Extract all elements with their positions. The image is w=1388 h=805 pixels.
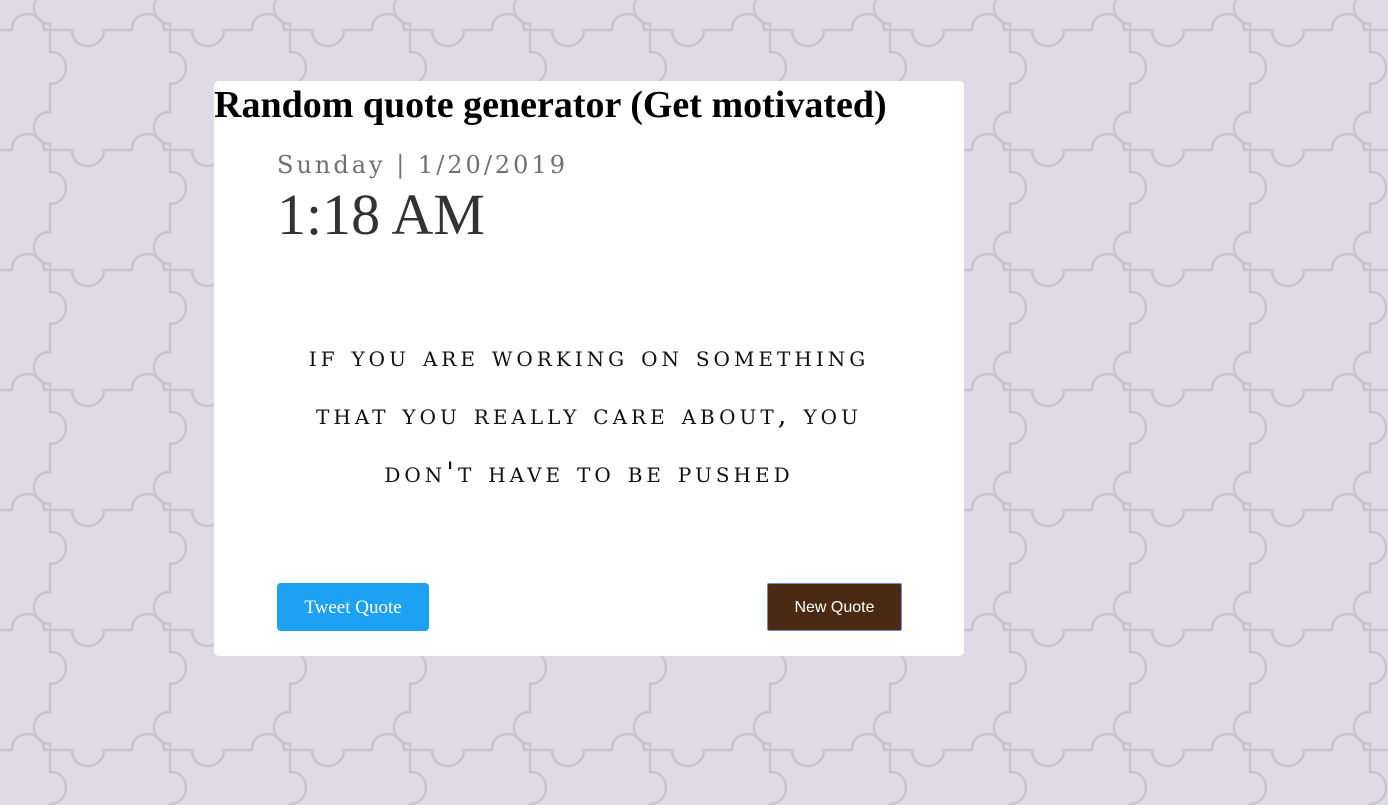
date-display: Sunday | 1/20/2019 (277, 151, 568, 179)
page-title: Random quote generator (Get motivated) (214, 84, 887, 126)
new-quote-button[interactable]: New Quote (767, 583, 902, 631)
tweet-quote-button[interactable]: Tweet Quote (277, 583, 429, 631)
quote-card: Random quote generator (Get motivated) S… (214, 81, 964, 656)
quote-text: IF YOU ARE WORKING ON SOMETHING THAT YOU… (308, 340, 870, 489)
time-display: 1:18 AM (277, 182, 485, 247)
